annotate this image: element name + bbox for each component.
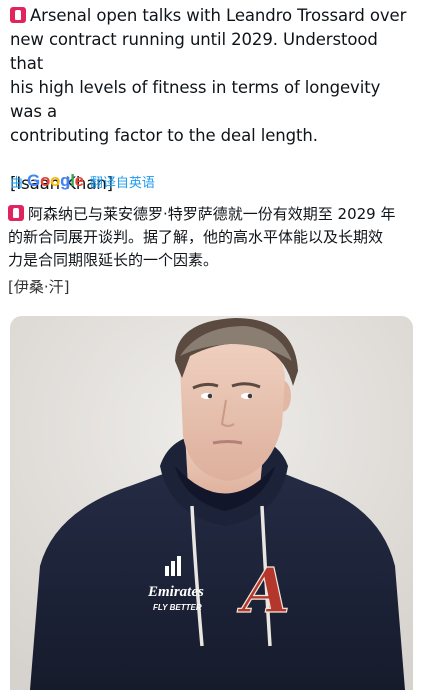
- translate-action-label: 翻译自英语: [89, 175, 155, 191]
- translated-line-1: 阿森纳已与莱安德罗·特罗萨德就一份有效期至 2029 年: [8, 203, 413, 226]
- alert-badge-icon: [10, 7, 26, 23]
- arsenal-crest-icon: A: [237, 554, 290, 627]
- player-photo-illustration: Emirates FLY BETTER A: [10, 316, 413, 690]
- translated-line-3: 力是合同期限延长的一个因素。: [8, 251, 219, 269]
- tweet-text: Arsenal open talks with Leandro Trossard…: [10, 4, 415, 196]
- tweet-line-4: contributing factor to the deal length.: [10, 126, 318, 145]
- translate-by-label: 由: [10, 175, 24, 191]
- shirt-sponsor-text: Emirates: [147, 584, 204, 600]
- google-logo-icon: Google: [27, 171, 84, 190]
- tweet-card: Arsenal open talks with Leandro Trossard…: [0, 0, 421, 690]
- tweet-line-2: new contract running until 2029. Underst…: [10, 30, 378, 73]
- translated-text: 阿森纳已与莱安德罗·特罗萨德就一份有效期至 2029 年 的新合同展开谈判。据了…: [8, 203, 413, 299]
- tweet-photo[interactable]: Emirates FLY BETTER A: [10, 316, 413, 690]
- alert-badge-icon: [8, 205, 24, 221]
- translated-credit: [伊桑·汗]: [8, 278, 70, 296]
- tweet-line-3: his high levels of fitness in terms of l…: [10, 78, 381, 121]
- tweet-line-1: Arsenal open talks with Leandro Trossard…: [10, 4, 415, 28]
- translated-line-2: 的新合同展开谈判。据了解，他的高水平体能以及长期效: [8, 228, 384, 246]
- translate-button[interactable]: 由 Google 翻译自英语: [10, 170, 155, 192]
- shirt-tagline-text: FLY BETTER: [153, 603, 202, 612]
